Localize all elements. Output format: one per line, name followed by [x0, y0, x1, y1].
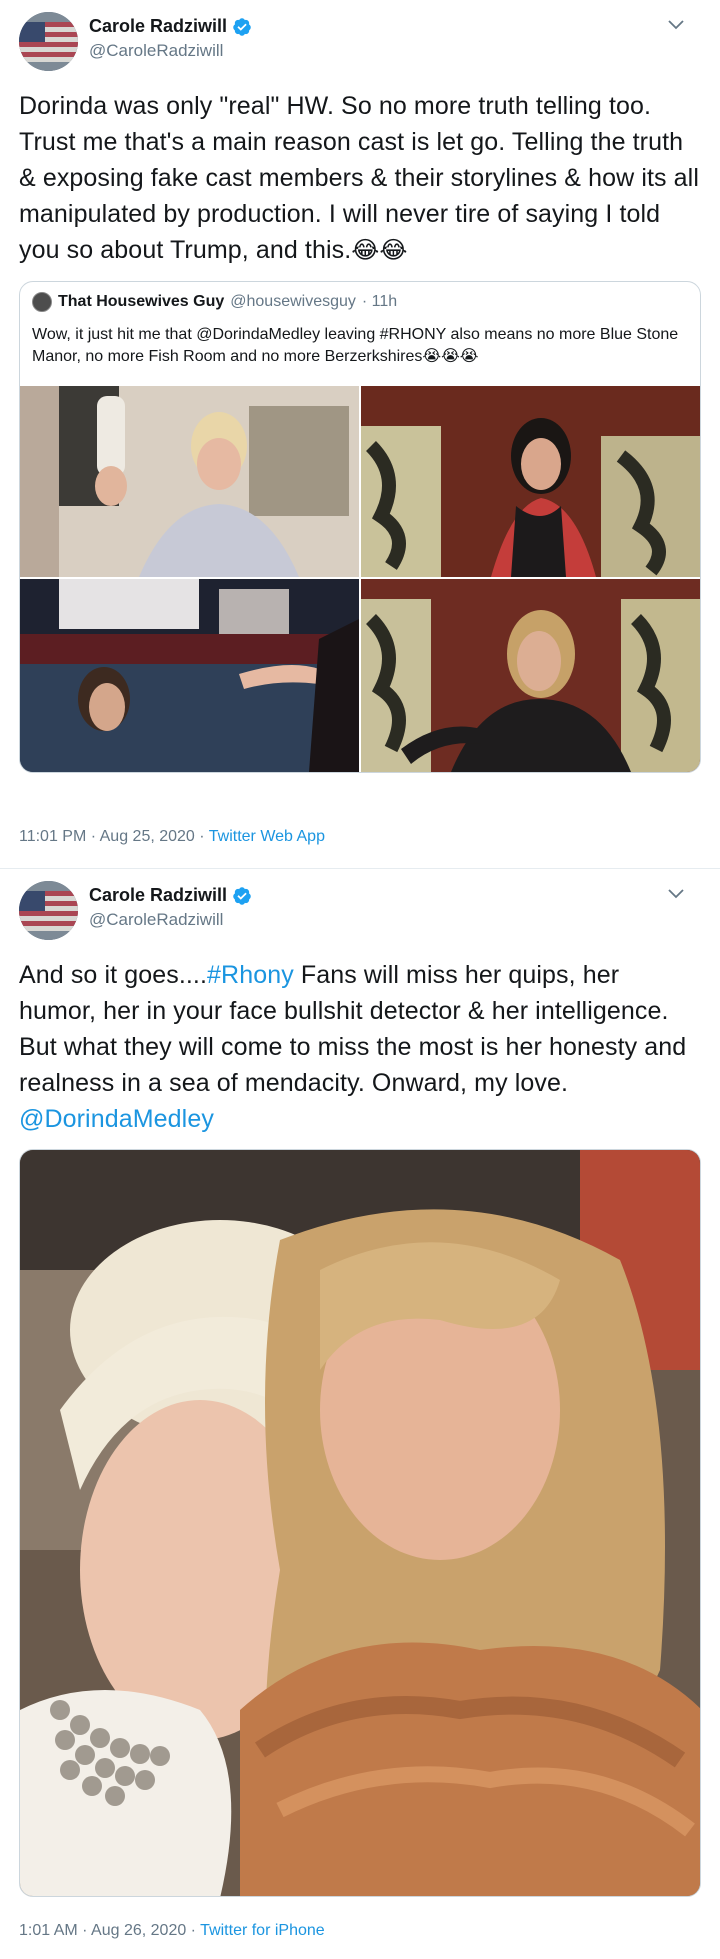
tweet-photo[interactable] [19, 1149, 701, 1897]
timestamp[interactable]: 1:01 AM · Aug 26, 2020 · [19, 1922, 200, 1939]
tweet-header: Carole Radziwill @CaroleRadziwill [19, 869, 701, 949]
source-link[interactable]: Twitter for iPhone [200, 1922, 325, 1939]
quoted-author-name: That Housewives Guy [58, 293, 225, 310]
mention-link[interactable]: @DorindaMedley [19, 1105, 214, 1133]
media-image-2[interactable] [361, 386, 700, 577]
media-image-3[interactable] [20, 579, 359, 772]
crying-emoji: 😭😭😭 [422, 348, 479, 365]
avatar[interactable] [19, 12, 78, 71]
author-handle[interactable]: @CaroleRadziwill [89, 41, 223, 61]
quoted-avatar [32, 292, 52, 312]
tweet-header: Carole Radziwill @CaroleRadziwill [19, 0, 701, 80]
author-name[interactable]: Carole Radziwill [89, 885, 227, 906]
quoted-time: · 11h [361, 293, 398, 310]
media-image-1[interactable] [20, 386, 359, 577]
american-flag-icon [19, 12, 78, 71]
tweet-meta: 1:01 AM · Aug 26, 2020 · Twitter for iPh… [19, 1922, 325, 1940]
tweet-text-prefix: And so it goes.... [19, 961, 208, 989]
tweet-text: Dorinda was only "real" HW. So no more t… [19, 88, 701, 269]
quoted-tweet[interactable]: That Housewives Guy @housewivesguy · 11h… [19, 281, 701, 773]
tweet-1[interactable]: Carole Radziwill @CaroleRadziwill Dorind… [0, 0, 720, 868]
chevron-down-icon[interactable] [667, 887, 685, 901]
author-handle[interactable]: @CaroleRadziwill [89, 910, 223, 930]
source-link[interactable]: Twitter Web App [209, 828, 325, 845]
media-image-4[interactable] [361, 579, 700, 772]
tweet-2[interactable]: Carole Radziwill @CaroleRadziwill And so… [0, 869, 720, 1959]
american-flag-icon [19, 881, 78, 940]
avatar[interactable] [19, 881, 78, 940]
author-name[interactable]: Carole Radziwill [89, 16, 227, 37]
timestamp[interactable]: 11:01 PM · Aug 25, 2020 · [19, 828, 209, 845]
tweet-text: And so it goes....#Rhony Fans will miss … [19, 957, 701, 1137]
quoted-media-grid [20, 386, 700, 772]
laughing-emoji: 😂😂 [351, 237, 408, 264]
verified-badge-icon [233, 886, 251, 905]
quoted-body-text: Wow, it just hit me that @DorindaMedley … [32, 326, 679, 365]
verified-badge-icon [233, 17, 251, 36]
tweet-meta: 11:01 PM · Aug 25, 2020 · Twitter Web Ap… [19, 828, 325, 846]
quoted-author-handle: @housewivesguy [230, 293, 356, 310]
chevron-down-icon[interactable] [667, 18, 685, 32]
hashtag-link[interactable]: #Rhony [207, 961, 294, 989]
quoted-text: Wow, it just hit me that @DorindaMedley … [32, 324, 688, 368]
